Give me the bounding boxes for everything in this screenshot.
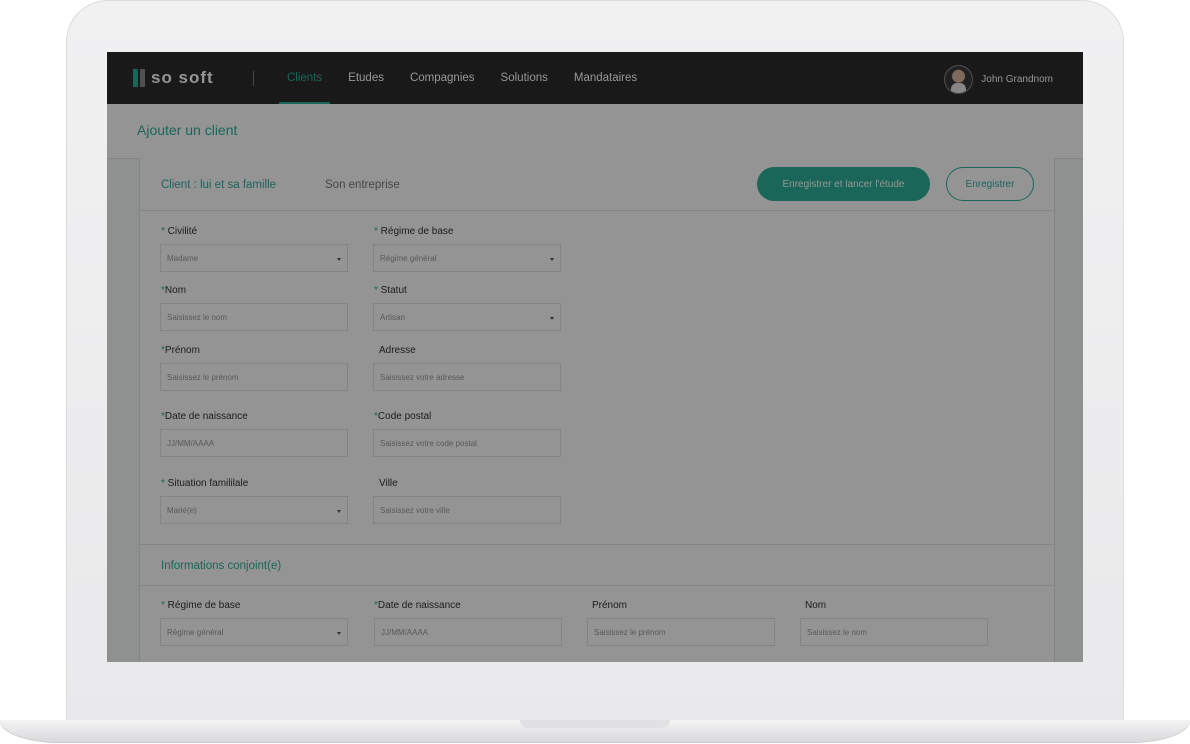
conjoint-nom-input[interactable]: Saisissez le nom (800, 618, 988, 646)
chevron-down-icon (337, 258, 341, 261)
avatar (944, 65, 974, 94)
nom-label: *Nom (161, 285, 187, 296)
nav-item-mandataires[interactable]: Mandataires (562, 52, 649, 104)
conjoint-prenom-input[interactable]: Saisissez le prénom (587, 618, 775, 646)
conjoint-nom-label: Nom (805, 600, 827, 611)
code-postal-input[interactable]: Saisissez votre code postal (373, 429, 561, 457)
conjoint-date-input[interactable]: JJ/MM/AAAA (374, 618, 562, 646)
ville-label: Ville (379, 478, 398, 489)
conjoint-regime-label: * Régime de base (161, 600, 241, 611)
user-menu[interactable]: John Grandnom (944, 65, 1053, 94)
user-name: John Grandnom (981, 74, 1053, 85)
section-divider (140, 544, 1054, 545)
chevron-down-icon (337, 510, 341, 513)
tab-client-famille[interactable]: Client : lui et sa famille (161, 179, 276, 191)
prenom-input[interactable]: Saisissez le prénom (160, 363, 348, 391)
nom-input[interactable]: Saisissez le nom (160, 303, 348, 331)
brand-logo[interactable]: so soft (133, 68, 214, 88)
laptop-notch (520, 720, 670, 728)
adresse-input[interactable]: Saisissez votre adresse (373, 363, 561, 391)
client-form-card: Client : lui et sa famille Son entrepris… (139, 158, 1055, 662)
chevron-down-icon (337, 632, 341, 635)
chevron-down-icon (550, 258, 554, 261)
prenom-label: *Prénom (161, 345, 200, 356)
page-title: Ajouter un client (137, 122, 238, 138)
page-header: Ajouter un client (107, 104, 1083, 159)
nav-item-etudes[interactable]: Etudes (336, 52, 396, 104)
conjoint-section-title: Informations conjoint(e) (161, 560, 282, 572)
nav-item-compagnies[interactable]: Compagnies (398, 52, 487, 104)
top-navigation-bar: so soft Clients Etudes Compagnies Soluti… (107, 52, 1083, 104)
nav-item-solutions[interactable]: Solutions (489, 52, 560, 104)
regime-select[interactable]: Régime général (373, 244, 561, 272)
conjoint-prenom-label: Prénom (592, 600, 628, 611)
chevron-down-icon (550, 317, 554, 320)
statut-select[interactable]: Artisan (373, 303, 561, 331)
date-naissance-label: *Date de naissance (161, 411, 248, 422)
code-postal-label: *Code postal (374, 411, 432, 422)
card-header: Client : lui et sa famille Son entrepris… (140, 158, 1054, 211)
civilite-select[interactable]: Madame (160, 244, 348, 272)
logo-icon (133, 69, 145, 87)
regime-label: * Régime de base (374, 226, 454, 237)
date-naissance-input[interactable]: JJ/MM/AAAA (160, 429, 348, 457)
section-divider (140, 585, 1054, 586)
nav-divider (253, 71, 254, 86)
situation-label: * Situation famililale (161, 478, 249, 489)
conjoint-regime-select[interactable]: Régime général (160, 618, 348, 646)
brand-name: so soft (151, 68, 214, 87)
situation-select[interactable]: Marié(e) (160, 496, 348, 524)
conjoint-date-label: *Date de naissance (374, 600, 461, 611)
save-and-launch-button[interactable]: Enregistrer et lancer l'étude (757, 167, 930, 201)
adresse-label: Adresse (379, 345, 416, 356)
civilite-label: * Civilité (161, 226, 198, 237)
app-screen: so soft Clients Etudes Compagnies Soluti… (107, 52, 1083, 662)
tab-entreprise[interactable]: Son entreprise (325, 179, 400, 191)
main-nav: Clients Etudes Compagnies Solutions Mand… (275, 52, 651, 104)
save-button[interactable]: Enregistrer (946, 167, 1034, 201)
ville-input[interactable]: Saisissez votre ville (373, 496, 561, 524)
statut-label: * Statut (374, 285, 407, 296)
nav-item-clients[interactable]: Clients (275, 52, 334, 104)
